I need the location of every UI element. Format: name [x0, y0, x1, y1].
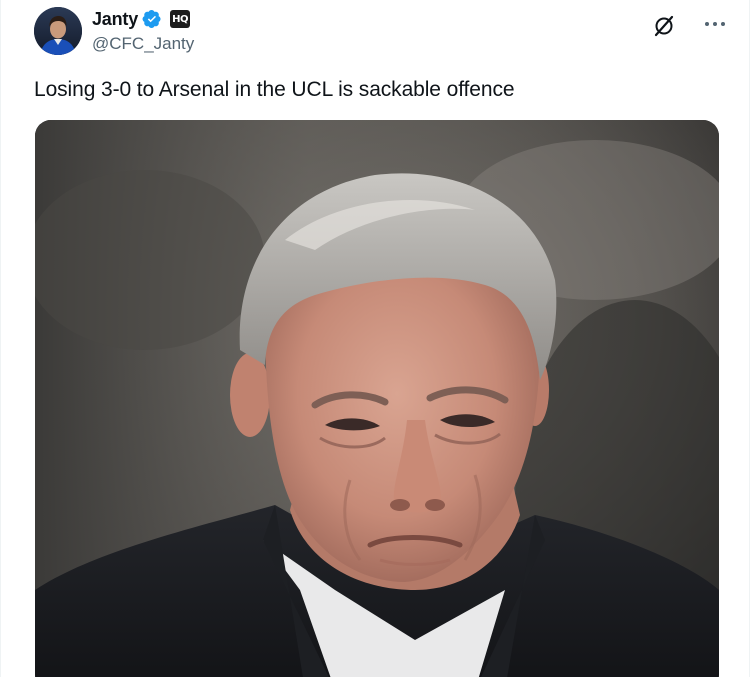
affiliate-badge[interactable]: HQ — [170, 10, 191, 28]
tweet-text: Losing 3-0 to Arsenal in the UCL is sack… — [34, 78, 515, 101]
display-name[interactable]: Janty — [92, 9, 138, 30]
tweet-media-photo[interactable] — [35, 120, 719, 677]
tweet-card[interactable]: Janty HQ @CFC_Janty Losing 3-0 to Arsena… — [0, 0, 750, 677]
more-icon[interactable] — [701, 13, 729, 35]
verified-badge-icon — [142, 9, 162, 29]
avatar[interactable] — [34, 7, 82, 55]
author-handle[interactable]: @CFC_Janty — [92, 34, 194, 54]
tweet-header: Janty HQ @CFC_Janty — [34, 7, 729, 57]
author-names: Janty HQ @CFC_Janty — [92, 7, 194, 54]
grok-icon[interactable] — [651, 13, 677, 39]
